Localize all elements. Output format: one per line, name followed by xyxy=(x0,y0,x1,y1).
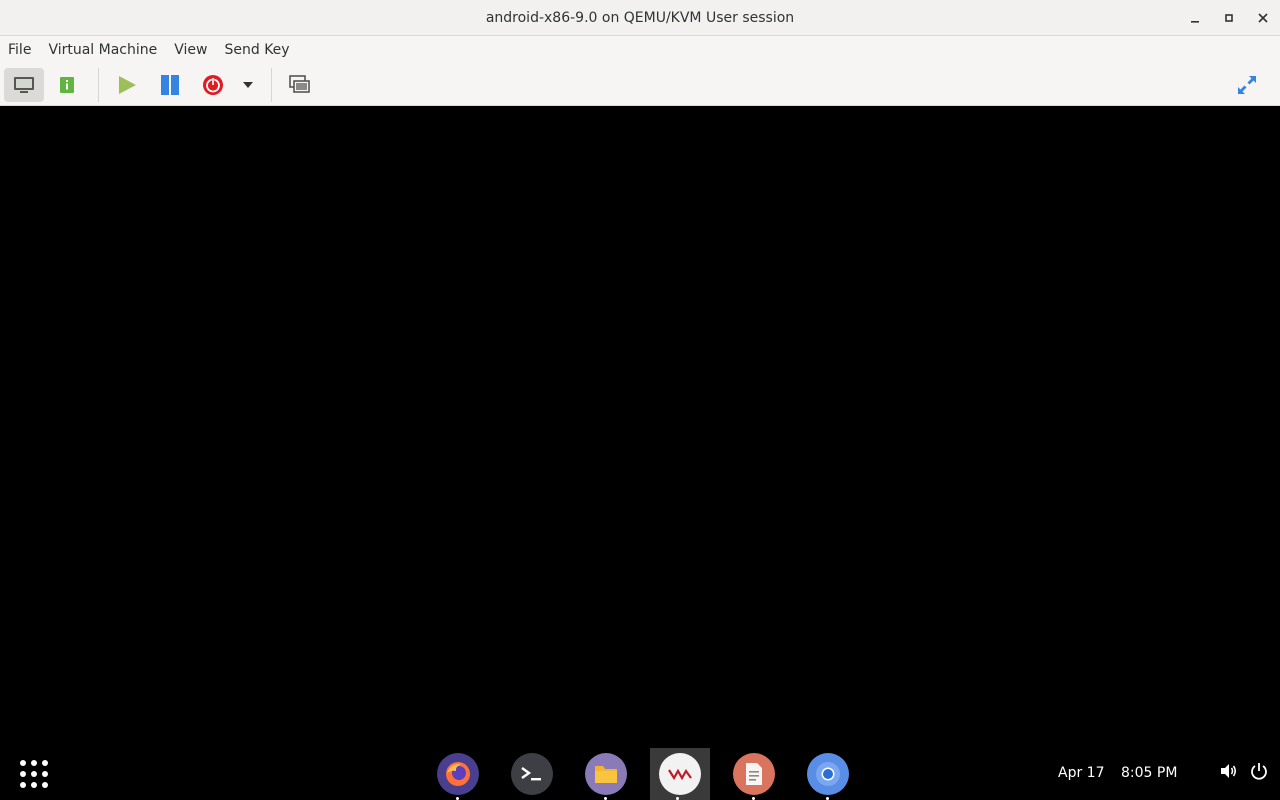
fullscreen-icon xyxy=(1238,76,1256,94)
menu-view[interactable]: View xyxy=(170,42,211,58)
console-button[interactable] xyxy=(4,67,44,102)
toolbar-separator xyxy=(271,67,272,102)
menu-file[interactable]: File xyxy=(4,42,35,58)
pause-button[interactable] xyxy=(150,68,190,102)
dock-files[interactable] xyxy=(576,748,636,800)
terminal-icon xyxy=(511,753,553,795)
snapshots-button[interactable] xyxy=(280,68,320,102)
window-title: android-x86-9.0 on QEMU/KVM User session xyxy=(485,9,795,26)
snapshots-icon xyxy=(289,74,310,93)
shutdown-button[interactable] xyxy=(193,68,233,102)
firefox-icon xyxy=(437,753,479,795)
shutdown-menu-chevron-icon xyxy=(243,81,253,88)
menubar: File Virtual Machine View Send Key xyxy=(0,36,1280,64)
maximize-icon xyxy=(1225,14,1233,22)
chromium-icon xyxy=(807,753,849,795)
menu-virtual-machine[interactable]: Virtual Machine xyxy=(44,42,161,58)
dock-chromium[interactable] xyxy=(798,748,858,800)
run-button[interactable] xyxy=(107,68,147,102)
close-icon xyxy=(1258,13,1268,23)
menu-send-key[interactable]: Send Key xyxy=(220,42,293,58)
maximize-button[interactable] xyxy=(1212,0,1246,36)
text-editor-icon xyxy=(733,753,775,795)
time-label[interactable]: 8:05 PM xyxy=(1121,765,1177,781)
dock-terminal[interactable] xyxy=(502,748,562,800)
toolbar-separator xyxy=(98,67,99,102)
run-icon xyxy=(119,75,136,94)
vm-console-display[interactable] xyxy=(0,106,1280,746)
monitor-icon xyxy=(14,76,34,93)
fullscreen-button[interactable] xyxy=(1227,68,1267,102)
shutdown-menu-button[interactable] xyxy=(236,68,260,102)
dock-firefox[interactable] xyxy=(428,748,488,800)
files-icon xyxy=(585,753,627,795)
shutdown-icon xyxy=(203,74,223,95)
minimize-icon xyxy=(1191,21,1199,23)
dock-text-editor[interactable] xyxy=(724,748,784,800)
pause-icon xyxy=(161,74,179,95)
close-button[interactable] xyxy=(1246,0,1280,36)
details-icon xyxy=(60,76,74,93)
virt-manager-icon xyxy=(659,753,701,795)
system-tray xyxy=(1208,762,1268,780)
volume-icon[interactable] xyxy=(1220,763,1238,779)
minimize-button[interactable] xyxy=(1178,0,1212,36)
show-apps-icon[interactable] xyxy=(18,758,50,790)
taskbar: Apr 17 8:05 PM xyxy=(0,746,1280,800)
dock-apps xyxy=(428,748,872,800)
date-label[interactable]: Apr 17 xyxy=(1058,765,1104,781)
dock-virt-manager[interactable] xyxy=(650,748,710,800)
window-titlebar[interactable]: android-x86-9.0 on QEMU/KVM User session xyxy=(0,0,1280,36)
toolbar xyxy=(0,64,1280,106)
power-icon[interactable] xyxy=(1250,762,1268,780)
details-button[interactable] xyxy=(47,68,87,102)
window-controls xyxy=(1178,0,1280,36)
